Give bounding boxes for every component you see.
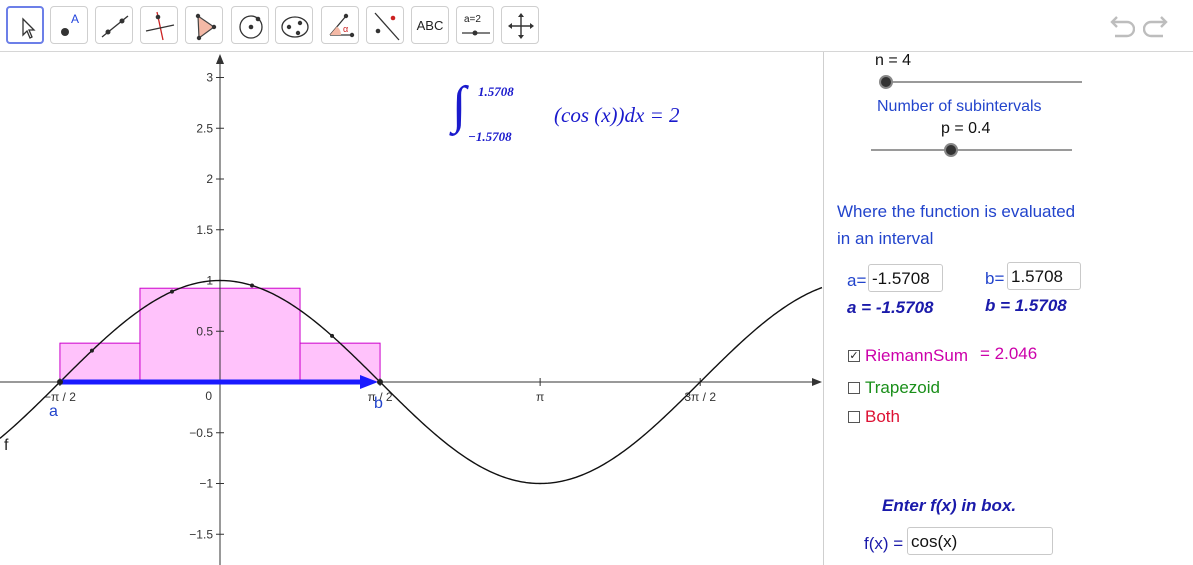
integral-lower-limit: −1.5708 — [468, 129, 512, 144]
cursor-arrow-icon — [22, 17, 36, 39]
integral-display: ∫ 1.5708 −1.5708 (cos (x))dx = 2 — [450, 77, 750, 150]
angle-tool-button[interactable]: α — [321, 6, 359, 44]
circle-tool-button[interactable] — [231, 6, 269, 44]
move-tool-button[interactable] — [6, 6, 44, 44]
polygon-icon — [195, 13, 217, 41]
y-tick-label: −1.5 — [189, 527, 213, 541]
ellipse-icon — [281, 16, 309, 38]
b-input[interactable]: 1.5708 — [1007, 262, 1081, 290]
evaluation-point-2 — [169, 289, 174, 294]
evaluation-point-3 — [250, 283, 255, 288]
evaluation-point-4 — [330, 333, 335, 338]
y-tick-label: 1.5 — [196, 223, 213, 237]
y-axis-arrow — [216, 54, 224, 64]
text-tool-button[interactable]: ABC — [411, 6, 449, 44]
slider-icon — [462, 30, 490, 36]
point-icon — [61, 28, 69, 36]
reflect-tool-button[interactable] — [366, 6, 404, 44]
move-arrows-icon — [508, 13, 534, 39]
n-slider-caption: Number of subintervals — [877, 98, 1042, 115]
x-tick-label: π — [536, 390, 544, 404]
reflect-icon — [374, 12, 400, 41]
perpendicular-line-icon — [145, 11, 175, 41]
a-input[interactable]: -1.5708 — [868, 264, 943, 292]
a-value-display: a = -1.5708 — [847, 298, 934, 317]
y-tick-label: 2 — [206, 172, 213, 186]
circle-icon — [239, 15, 263, 39]
point-a[interactable] — [57, 379, 63, 385]
y-tick-label: 0.5 — [196, 324, 213, 338]
riemann-rectangle-1 — [59, 342, 141, 383]
function-label: f — [4, 437, 9, 454]
point-a-label: a — [49, 403, 58, 420]
both-checkbox[interactable] — [848, 411, 860, 423]
trapezoid-checkbox[interactable] — [848, 382, 860, 394]
x-axis-arrow — [812, 378, 822, 386]
fx-input-prefix: f(x) = — [864, 534, 904, 553]
toolbar: A α ABC a=2 — [0, 0, 1193, 52]
integral-sign: ∫ — [452, 77, 467, 134]
slider-tool-button[interactable]: a=2 — [456, 6, 494, 44]
p-slider-label: p = 0.4 — [941, 120, 991, 137]
p-slider-track[interactable] — [871, 149, 1072, 151]
riemann-checkbox[interactable]: ✓ — [848, 350, 860, 362]
point-b-label: b — [374, 395, 383, 412]
riemann-rectangle-4 — [299, 342, 381, 383]
where-text-line1: Where the function is evaluated — [837, 202, 1076, 221]
p-slider-knob[interactable] — [944, 143, 958, 157]
both-label[interactable]: Both — [865, 407, 900, 427]
n-slider-knob[interactable] — [879, 75, 893, 89]
text-tool-label: ABC — [416, 17, 444, 33]
redo-icon[interactable] — [1143, 14, 1171, 38]
point-tool-letter: A — [71, 12, 80, 26]
y-tick-label: −1 — [199, 477, 213, 491]
riemann-value: = 2.046 — [980, 344, 1038, 363]
n-slider-track[interactable] — [886, 81, 1082, 83]
y-tick-label: −0.5 — [189, 426, 213, 440]
angle-icon — [329, 13, 355, 38]
line-tool-button[interactable] — [95, 6, 133, 44]
y-tick-label: 2.5 — [196, 121, 213, 135]
move-graphics-tool-button[interactable] — [501, 6, 539, 44]
point-b[interactable] — [377, 379, 383, 385]
point-tool-button[interactable]: A — [50, 6, 88, 44]
evaluation-point-1 — [89, 348, 94, 353]
undo-icon[interactable] — [1107, 14, 1135, 38]
perpendicular-tool-button[interactable] — [140, 6, 178, 44]
b-value-display: b = 1.5708 — [985, 296, 1067, 315]
n-slider-label: n = 4 — [875, 52, 912, 69]
a-input-prefix: a= — [847, 271, 867, 290]
b-input-prefix: b= — [985, 269, 1005, 288]
line-icon — [101, 15, 129, 38]
angle-tool-letter: α — [343, 24, 349, 34]
control-panel: n = 4 Number of subintervals p = 0.4 Whe… — [824, 52, 1193, 565]
polygon-tool-button[interactable] — [185, 6, 223, 44]
riemann-label[interactable]: RiemannSum — [865, 346, 968, 366]
integral-upper-limit: 1.5708 — [478, 84, 514, 99]
y-tick-label: 0 — [205, 389, 212, 403]
fx-input[interactable]: cos(x) — [907, 527, 1053, 555]
graphics-view[interactable]: 3 2.5 2 1.5 1 0.5 0 −0.5 −1 −1.5 −π / 2π / 2 π 3π /… — [0, 52, 823, 565]
ellipse-tool-button[interactable] — [275, 6, 313, 44]
y-tick-label: 3 — [206, 71, 213, 85]
integral-expression: (cos (x))dx = 2 — [554, 103, 680, 127]
where-text-line2: in an interval — [837, 229, 934, 248]
trapezoid-label[interactable]: Trapezoid — [865, 378, 940, 398]
enter-fx-label: Enter f(x) in box. — [882, 496, 1017, 515]
